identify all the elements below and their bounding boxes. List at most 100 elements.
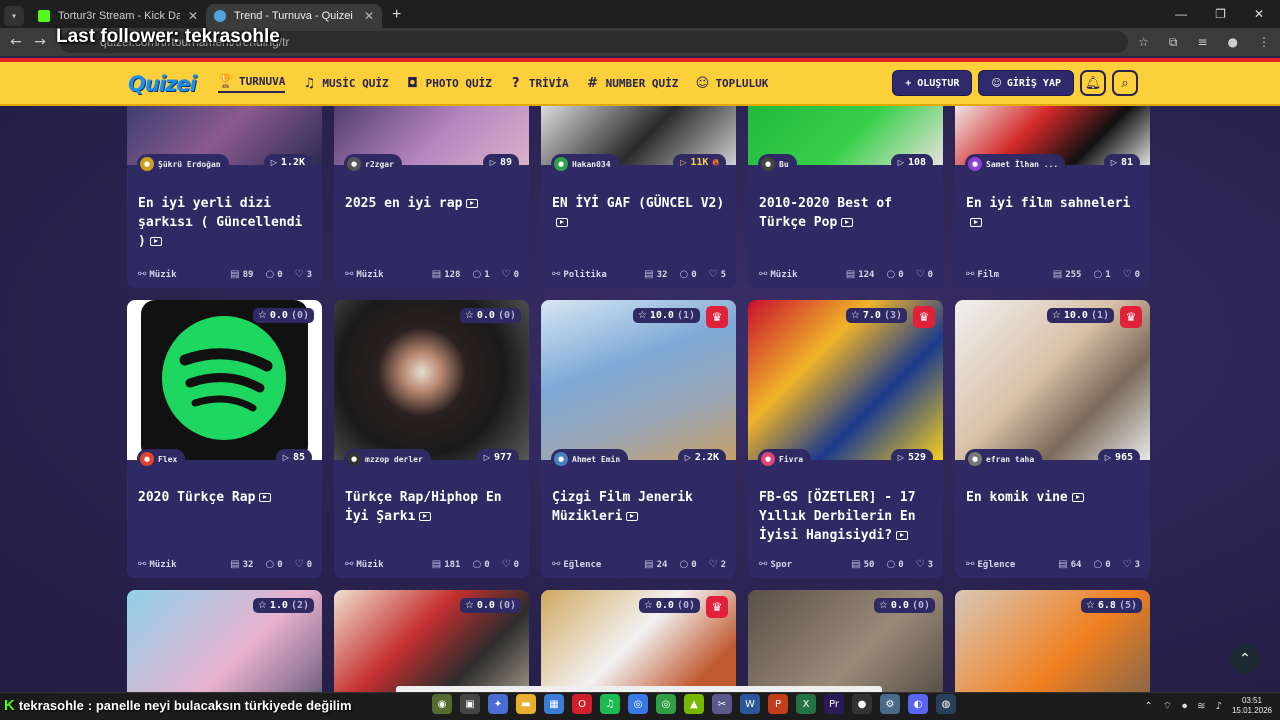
word-icon[interactable]: W xyxy=(740,694,760,714)
close-window-icon[interactable]: ✕ xyxy=(1254,7,1264,21)
category[interactable]: ⚯ Müzik xyxy=(759,269,817,280)
quiz-card[interactable]: ☆ 6.8 (5) xyxy=(955,590,1150,692)
quiz-thumbnail[interactable]: ☆ 0.0 (0) xyxy=(127,300,322,460)
quiz-card[interactable]: ● Şükrü Erdoğan ▷ 1.2K En iyi yerli dizi şar… xyxy=(127,106,322,288)
reading-list-icon[interactable]: ≡ xyxy=(1197,35,1207,50)
close-tab-icon[interactable]: ✕ xyxy=(364,9,374,23)
scroll-to-top-button[interactable]: ⌃ xyxy=(1230,644,1260,674)
nav-item-number-qui̇z[interactable]: # NUMBER QUİZ xyxy=(585,75,678,91)
back-icon[interactable]: ← xyxy=(4,34,28,50)
quiz-title[interactable]: En komik vine xyxy=(966,488,1142,507)
category[interactable]: ⚯ Müzik xyxy=(138,269,196,280)
category[interactable]: ⚯ Film xyxy=(966,269,1024,280)
category[interactable]: ⚯ Spor xyxy=(759,559,817,570)
browser-tab-kick[interactable]: Tortur3r Stream - Kick Dashbo... ✕ xyxy=(30,4,206,28)
quiz-thumbnail[interactable]: ☆ 6.8 (5) xyxy=(955,590,1150,692)
quiz-title[interactable]: Türkçe Rap/Hiphop En İyi Şarkı xyxy=(345,488,521,526)
quiz-card[interactable]: ☆ 0.0 (0) ● mzzop derler ▷ 977 Türkçe Rap/Hipho… xyxy=(334,300,529,578)
nav-item-topluluk[interactable]: ☺ TOPLULUK xyxy=(694,75,769,91)
author-badge[interactable]: ● mzzop derler xyxy=(344,449,431,469)
category[interactable]: ⚯ Politika xyxy=(552,269,610,280)
quiz-title[interactable]: 2010-2020 Best of Türkçe Pop xyxy=(759,194,935,232)
steam-icon[interactable]: ◍ xyxy=(936,694,956,714)
author-badge[interactable]: ● Samet İlhan ... xyxy=(965,154,1065,174)
create-button[interactable]: + OLUŞTUR xyxy=(892,70,973,96)
network-icon[interactable]: ⌔ xyxy=(1163,700,1172,713)
snipping-icon[interactable]: ✂ xyxy=(712,694,732,714)
tab-search-button[interactable]: ▾ xyxy=(4,6,24,26)
settings-icon[interactable]: ⚙ xyxy=(880,694,900,714)
category[interactable]: ⚯ Eğlence xyxy=(966,559,1024,570)
spotify-icon[interactable]: ♫ xyxy=(600,694,620,714)
login-button[interactable]: ☺ GİRİŞ YAP xyxy=(978,70,1074,96)
powerpoint-icon[interactable]: P xyxy=(768,694,788,714)
opera-icon[interactable]: O xyxy=(572,694,592,714)
minimize-icon[interactable]: — xyxy=(1175,7,1187,21)
nvidia-icon[interactable]: ▲ xyxy=(684,694,704,714)
extensions-icon[interactable]: ⧉ xyxy=(1169,35,1178,50)
author-badge[interactable]: ● r2zgar xyxy=(344,154,402,174)
quiz-thumbnail[interactable]: ☆ 0.0 (0) xyxy=(748,590,943,692)
quiz-thumbnail[interactable]: ☆ 0.0 (0) xyxy=(334,590,529,692)
chrome-dev-icon[interactable]: ◎ xyxy=(656,694,676,714)
microphone-icon[interactable]: ⏺ xyxy=(1182,701,1187,712)
copilot-icon[interactable]: ✦ xyxy=(488,694,508,714)
quiz-title[interactable]: 2020 Türkçe Rap xyxy=(138,488,314,507)
maximize-icon[interactable]: ❐ xyxy=(1215,7,1226,21)
obs-icon[interactable]: ● xyxy=(852,694,872,714)
quiz-card[interactable]: ☆ 0.0 (0) xyxy=(334,590,529,692)
author-badge[interactable]: ● Flex xyxy=(137,449,186,469)
store-icon[interactable]: ▦ xyxy=(544,694,564,714)
profile-icon[interactable]: ● xyxy=(1228,35,1238,50)
task-view-icon[interactable]: ▣ xyxy=(460,694,480,714)
site-logo[interactable]: Quizei xyxy=(128,72,197,96)
nav-item-musi̇c-qui̇z[interactable]: ♫ MUSİC QUİZ xyxy=(301,75,389,91)
quiz-card[interactable]: ☆ 10.0 (1) ♛ ● Ahmet Emin ▷ 2.2K Çizgi Film Jene… xyxy=(541,300,736,578)
discord-icon[interactable]: ◐ xyxy=(908,694,928,714)
nav-item-tri̇vi̇a[interactable]: ? TRİVİA xyxy=(508,75,569,91)
chrome-icon[interactable]: ◎ xyxy=(628,694,648,714)
author-badge[interactable]: ● Ahmet Emin xyxy=(551,449,629,469)
category[interactable]: ⚯ Müzik xyxy=(138,559,196,570)
nav-item-photo-qui̇z[interactable]: ◘ PHOTO QUİZ xyxy=(405,75,492,91)
premiere-icon[interactable]: Pr xyxy=(824,694,844,714)
tray-chevron-icon[interactable]: ⌃ xyxy=(1144,701,1152,712)
quiz-title[interactable]: En iyi film sahneleri xyxy=(966,194,1142,232)
notification-bell-icon[interactable]: 🔔︎ xyxy=(1080,70,1106,96)
search-icon[interactable]: ⌕ xyxy=(1112,70,1138,96)
new-tab-button[interactable]: + xyxy=(382,6,411,28)
quiz-card[interactable]: ☆ 0.0 (0) ♛ xyxy=(541,590,736,692)
quiz-title[interactable]: EN İYİ GAF (GÜNCEL V2) xyxy=(552,194,728,232)
quiz-thumbnail[interactable]: ☆ 1.0 (2) xyxy=(127,590,322,692)
quiz-card[interactable]: ☆ 0.0 (0) ● Flex ▷ 85 2020 Türkçe Rap ⚯ Müzik ▤ 32 ○… xyxy=(127,300,322,578)
quiz-title[interactable]: En iyi yerli dizi şarkısı ( Güncellendi … xyxy=(138,194,314,251)
quiz-card[interactable]: ☆ 1.0 (2) xyxy=(127,590,322,692)
excel-icon[interactable]: X xyxy=(796,694,816,714)
menu-icon[interactable]: ⋮ xyxy=(1258,35,1270,50)
nav-item-turnuva[interactable]: 🏆 TURNUVA xyxy=(218,73,286,93)
file-explorer-icon[interactable]: ▬ xyxy=(516,694,536,714)
category[interactable]: ⚯ Müzik xyxy=(345,269,403,280)
forward-icon[interactable]: → xyxy=(28,34,52,50)
search-taskbar-icon[interactable]: ◉ xyxy=(432,694,452,714)
author-badge[interactable]: ● Şükrü Erdoğan xyxy=(137,154,229,174)
quiz-title[interactable]: 2025 en iyi rap xyxy=(345,194,521,213)
quiz-thumbnail[interactable]: ☆ 10.0 (1) ♛ xyxy=(541,300,736,460)
author-badge[interactable]: ● Fivra xyxy=(758,449,812,469)
close-tab-icon[interactable]: ✕ xyxy=(188,9,198,23)
quiz-card[interactable]: ● r2zgar ▷ 89 2025 en iyi rap ⚯ Müzik ▤ 128 ○ 1 ♡ 0 xyxy=(334,106,529,288)
wifi-icon[interactable]: ≋ xyxy=(1197,701,1205,712)
quiz-thumbnail[interactable]: ☆ 10.0 (1) ♛ xyxy=(955,300,1150,460)
quiz-thumbnail[interactable]: ☆ 0.0 (0) ♛ xyxy=(541,590,736,692)
author-badge[interactable]: ● Bu xyxy=(758,154,797,174)
quiz-card[interactable]: ☆ 10.0 (1) ♛ ● efran taha ▷ 965 En komik vine ⚯ Eğ… xyxy=(955,300,1150,578)
category[interactable]: ⚯ Müzik xyxy=(345,559,403,570)
bookmark-star-icon[interactable]: ☆ xyxy=(1138,35,1149,50)
quiz-card[interactable]: ● Bu ▷ 108 2010-2020 Best of Türkçe Pop ⚯ Müzi… xyxy=(748,106,943,288)
author-badge[interactable]: ● efran taha xyxy=(965,449,1043,469)
browser-tab-quizei[interactable]: Trend - Turnuva - Quizei ✕ xyxy=(206,4,382,28)
quiz-card[interactable]: ● Samet İlhan ... ▷ 81 En iyi film sahneleri… xyxy=(955,106,1150,288)
quiz-title[interactable]: Çizgi Film Jenerik Müzikleri xyxy=(552,488,728,526)
quiz-thumbnail[interactable]: ☆ 7.0 (3) ♛ xyxy=(748,300,943,460)
taskbar-clock[interactable]: 03:51 15.01.2026 xyxy=(1232,696,1272,716)
